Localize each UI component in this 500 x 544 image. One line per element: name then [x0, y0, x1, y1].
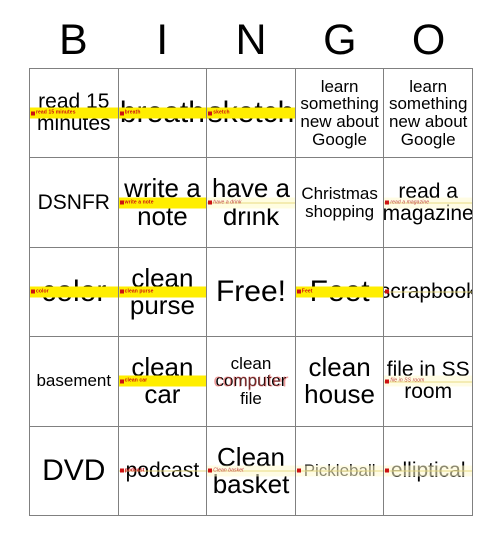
bingo-cell[interactable]: scrapbook [384, 247, 473, 338]
bingo-cell[interactable]: learn something new about Google [384, 69, 473, 159]
bingo-cell-label: scrapbook [384, 279, 473, 303]
bingo-cell-label: read a magazine [384, 179, 473, 225]
bingo-cell[interactable]: podcast podcast [118, 426, 208, 516]
bingo-header: BINGO [29, 14, 473, 66]
bingo-daub-tick-icon [31, 289, 35, 294]
bingo-cell[interactable]: learn something new about Google [295, 69, 385, 159]
bingo-cell-label: sketch [207, 96, 295, 130]
bingo-daub-tick-icon [296, 468, 301, 473]
bingo-header-letter-i: I [156, 15, 169, 64]
bingo-cell[interactable]: clean computer file computer [207, 337, 296, 427]
bingo-cell-label: clean house [304, 352, 376, 410]
bingo-cell[interactable]: Free! [207, 247, 296, 338]
bingo-header-letter-n: N [235, 15, 267, 64]
bingo-cell-label: read 15 minutes [37, 90, 111, 136]
bingo-cell[interactable]: file in SS room file in SS room [384, 337, 473, 427]
bingo-cell[interactable]: write a note write a note [118, 158, 208, 248]
bingo-cell[interactable]: color color [30, 247, 119, 338]
bingo-cell-label: learn something new about Google [300, 76, 379, 150]
bingo-cell[interactable]: sketch sketch [207, 69, 296, 159]
bingo-daub-tick-icon [296, 289, 301, 294]
bingo-cell-label: basement [36, 371, 112, 391]
bingo-cell-label: Feet [309, 275, 370, 309]
bingo-cell[interactable]: elliptical [384, 426, 473, 516]
bingo-card: B I N G O read 15 minutes read 15 minutes brea… [0, 0, 500, 544]
bingo-cell-label: elliptical [390, 458, 466, 482]
bingo-cell[interactable]: clean house [295, 337, 385, 427]
bingo-cell-label: DVD [42, 454, 106, 488]
bingo-cell[interactable]: Christmas shopping [295, 158, 385, 248]
bingo-cell[interactable]: Feet Feet [295, 247, 385, 338]
bingo-grid: read 15 minutes read 15 minutes breath brea… [29, 68, 473, 516]
bingo-daub-tick-icon [385, 468, 390, 473]
bingo-cell-label: DSNFR [37, 190, 110, 214]
bingo-cell-label: podcast [125, 458, 200, 482]
bingo-cell-label: Christmas shopping [301, 183, 378, 221]
bingo-cell[interactable]: Clean basket Clean basket [207, 426, 296, 516]
bingo-cell-label: have a drink [211, 173, 291, 231]
bingo-cell[interactable]: clean car clean car [118, 337, 208, 427]
bingo-header-letter-o: O [411, 15, 446, 64]
bingo-cell-label: breath [119, 96, 205, 130]
bingo-cell-label: write a note [124, 173, 201, 231]
bingo-cell-label: Free! [215, 275, 286, 309]
bingo-cell[interactable]: have a drink have a drink [207, 158, 296, 248]
bingo-cell[interactable]: DSNFR [30, 158, 119, 248]
bingo-header-letter-b: B [59, 15, 88, 64]
bingo-cell[interactable]: breath breath [118, 69, 208, 159]
bingo-cell-label: clean computer file [215, 353, 287, 409]
bingo-cell[interactable]: clean purse clean purse [118, 247, 208, 338]
bingo-cell-label: clean car [131, 352, 194, 410]
bingo-cell[interactable]: DVD [30, 426, 119, 516]
bingo-cell[interactable]: Pickleball [295, 426, 385, 516]
bingo-cell[interactable]: read a magazine read a magazine [384, 158, 473, 248]
bingo-cell[interactable]: read 15 minutes read 15 minutes [30, 69, 119, 159]
bingo-cell-label: learn something new about Google [388, 76, 468, 150]
bingo-header-letter-g: G [323, 15, 357, 64]
bingo-cell-label: Pickleball [303, 460, 376, 480]
bingo-cell-label: color [41, 275, 107, 309]
bingo-cell[interactable]: basement [30, 337, 119, 427]
bingo-cell-label: clean purse [129, 262, 195, 320]
bingo-cell-label: Clean basket [212, 441, 290, 499]
bingo-cell-label: file in SS room [386, 358, 470, 404]
bingo-daub-tick-icon [119, 468, 124, 473]
